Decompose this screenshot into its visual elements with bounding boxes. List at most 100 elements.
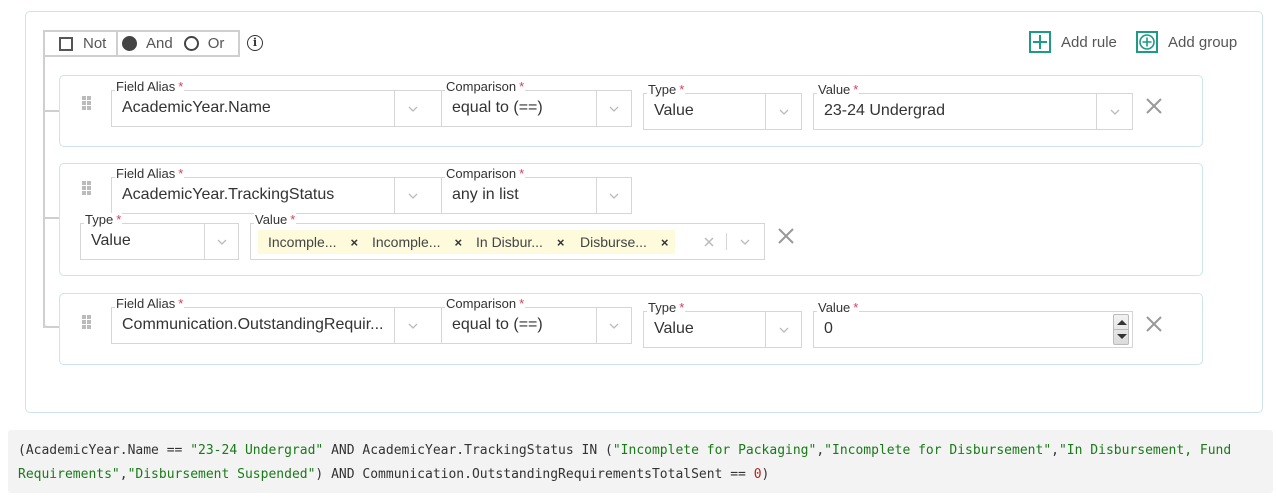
remove-rule-icon[interactable] (1146, 316, 1162, 332)
field-alias-select[interactable]: Field Alias * Communication.OutstandingRe… (111, 297, 490, 344)
query-text: (AcademicYear.Name == (18, 443, 191, 458)
comparison-select[interactable]: Comparison * equal to (==) (441, 297, 632, 344)
field-alias-label: Field Alias (116, 296, 176, 311)
type-value: Value (654, 102, 694, 119)
query-text: ) (761, 467, 770, 482)
drag-handle-icon[interactable] (82, 315, 94, 331)
rule-row: Field Alias * AcademicYear.TrackingStatus… (59, 163, 1203, 276)
query-text: AND AcademicYear.TrackingStatus IN ( (323, 443, 613, 458)
add-rule-label: Add rule (1061, 33, 1117, 51)
required-marker: * (679, 300, 685, 315)
tree-branch (43, 110, 59, 112)
value-value: 23-24 Undergrad (824, 102, 945, 119)
query-string-literal: "Incomplete for Packaging" (612, 443, 817, 458)
value-label: Value (818, 82, 851, 97)
query-text: , (1051, 443, 1059, 458)
field-alias-value: Communication.OutstandingRequir... (122, 316, 384, 333)
value-number-input[interactable]: Value * 0 (813, 301, 1133, 348)
tag-remove-icon[interactable]: × (557, 235, 565, 250)
tree-line (43, 57, 45, 328)
query-text: ) AND Communication.OutstandingRequireme… (315, 467, 754, 482)
tree-branch (43, 217, 59, 219)
field-alias-label: Field Alias (116, 166, 176, 181)
type-label: Type (648, 82, 677, 97)
required-marker: * (519, 296, 525, 311)
required-marker: * (290, 212, 296, 227)
chevron-down-icon[interactable] (609, 104, 619, 114)
type-select[interactable]: Type * Value (643, 301, 802, 348)
increment-icon[interactable] (1117, 320, 1127, 325)
tree-branch-last (43, 312, 59, 328)
type-select[interactable]: Type * Value (80, 213, 239, 260)
tag-remove-icon[interactable]: × (350, 235, 358, 250)
value-label: Value (255, 212, 288, 227)
decrement-icon[interactable] (1117, 334, 1127, 339)
tag-remove-icon[interactable]: × (661, 235, 669, 250)
value-tag: Incomple... × (362, 230, 469, 254)
comparison-select[interactable]: Comparison * equal to (==) (441, 80, 632, 127)
info-icon[interactable]: i (247, 35, 263, 51)
remove-rule-icon[interactable] (1146, 98, 1162, 114)
field-alias-select[interactable]: Field Alias * AcademicYear.TrackingStatus (111, 167, 490, 214)
drag-handle-icon[interactable] (82, 96, 94, 112)
field-alias-select[interactable]: Field Alias * AcademicYear.Name (111, 80, 490, 127)
comparison-select[interactable]: Comparison * any in list (441, 167, 632, 214)
or-radio[interactable] (183, 36, 199, 51)
query-string-literal: "Disbursement Suspended" (127, 467, 316, 482)
plus-square-icon (1029, 31, 1051, 53)
value-value: 0 (824, 320, 833, 337)
type-value: Value (654, 320, 694, 337)
tag-label: Incomple... (268, 234, 337, 250)
and-radio[interactable] (122, 36, 137, 51)
field-alias-value: AcademicYear.Name (122, 99, 271, 116)
chevron-down-icon[interactable] (408, 191, 418, 201)
plus-circle-icon (1136, 31, 1158, 53)
value-tag: Disburse... × (570, 230, 675, 254)
or-label: Or (207, 35, 225, 52)
required-marker: * (853, 300, 859, 315)
type-select[interactable]: Type * Value (643, 83, 802, 130)
and-label: And (146, 35, 173, 52)
comparison-value: equal to (==) (452, 99, 543, 116)
tag-label: Disburse... (580, 234, 647, 250)
type-label: Type (648, 300, 677, 315)
chevron-down-icon[interactable] (408, 104, 418, 114)
rule-row: Field Alias * AcademicYear.Name Compariso… (59, 75, 1203, 147)
query-text: , (119, 467, 128, 482)
number-spinner[interactable] (1113, 314, 1129, 345)
comparison-label: Comparison (446, 79, 517, 94)
combinator-toggle: Not And Or (43, 30, 240, 57)
field-alias-label: Field Alias (116, 79, 176, 94)
comparison-value: any in list (452, 186, 519, 203)
value-tag: In Disbur... × (466, 230, 571, 254)
chevron-down-icon[interactable] (779, 107, 789, 117)
chevron-down-icon[interactable] (740, 237, 750, 247)
value-multiselect[interactable]: Value * Incomple... × Incomple... × In Disb… (250, 213, 765, 260)
chevron-down-icon[interactable] (609, 321, 619, 331)
chevron-down-icon[interactable] (609, 191, 619, 201)
remove-rule-icon[interactable] (778, 228, 794, 244)
clear-all-icon[interactable] (704, 237, 714, 247)
query-string-literal: "Incomplete for Disbursement" (824, 443, 1052, 458)
query-number-literal: 0 (753, 467, 762, 482)
tag-label: In Disbur... (476, 234, 543, 250)
not-toggle[interactable]: Not (45, 32, 118, 55)
not-label: Not (83, 35, 107, 52)
required-marker: * (519, 79, 525, 94)
not-checkbox[interactable] (59, 36, 73, 51)
required-marker: * (679, 82, 685, 97)
add-group-button[interactable]: Add group (1136, 31, 1237, 53)
required-marker: * (519, 166, 525, 181)
tag-remove-icon[interactable]: × (454, 235, 462, 250)
chevron-down-icon[interactable] (779, 325, 789, 335)
chevron-down-icon[interactable] (408, 321, 418, 331)
drag-handle-icon[interactable] (82, 181, 94, 197)
chevron-down-icon[interactable] (217, 237, 227, 247)
tag-label: Incomple... (372, 234, 441, 250)
value-select[interactable]: Value * 23-24 Undergrad (813, 83, 1133, 130)
required-marker: * (178, 296, 184, 311)
rule-row: Field Alias * Communication.OutstandingRe… (59, 293, 1203, 365)
required-marker: * (178, 79, 184, 94)
chevron-down-icon[interactable] (1110, 107, 1120, 117)
add-rule-button[interactable]: Add rule (1029, 31, 1117, 53)
